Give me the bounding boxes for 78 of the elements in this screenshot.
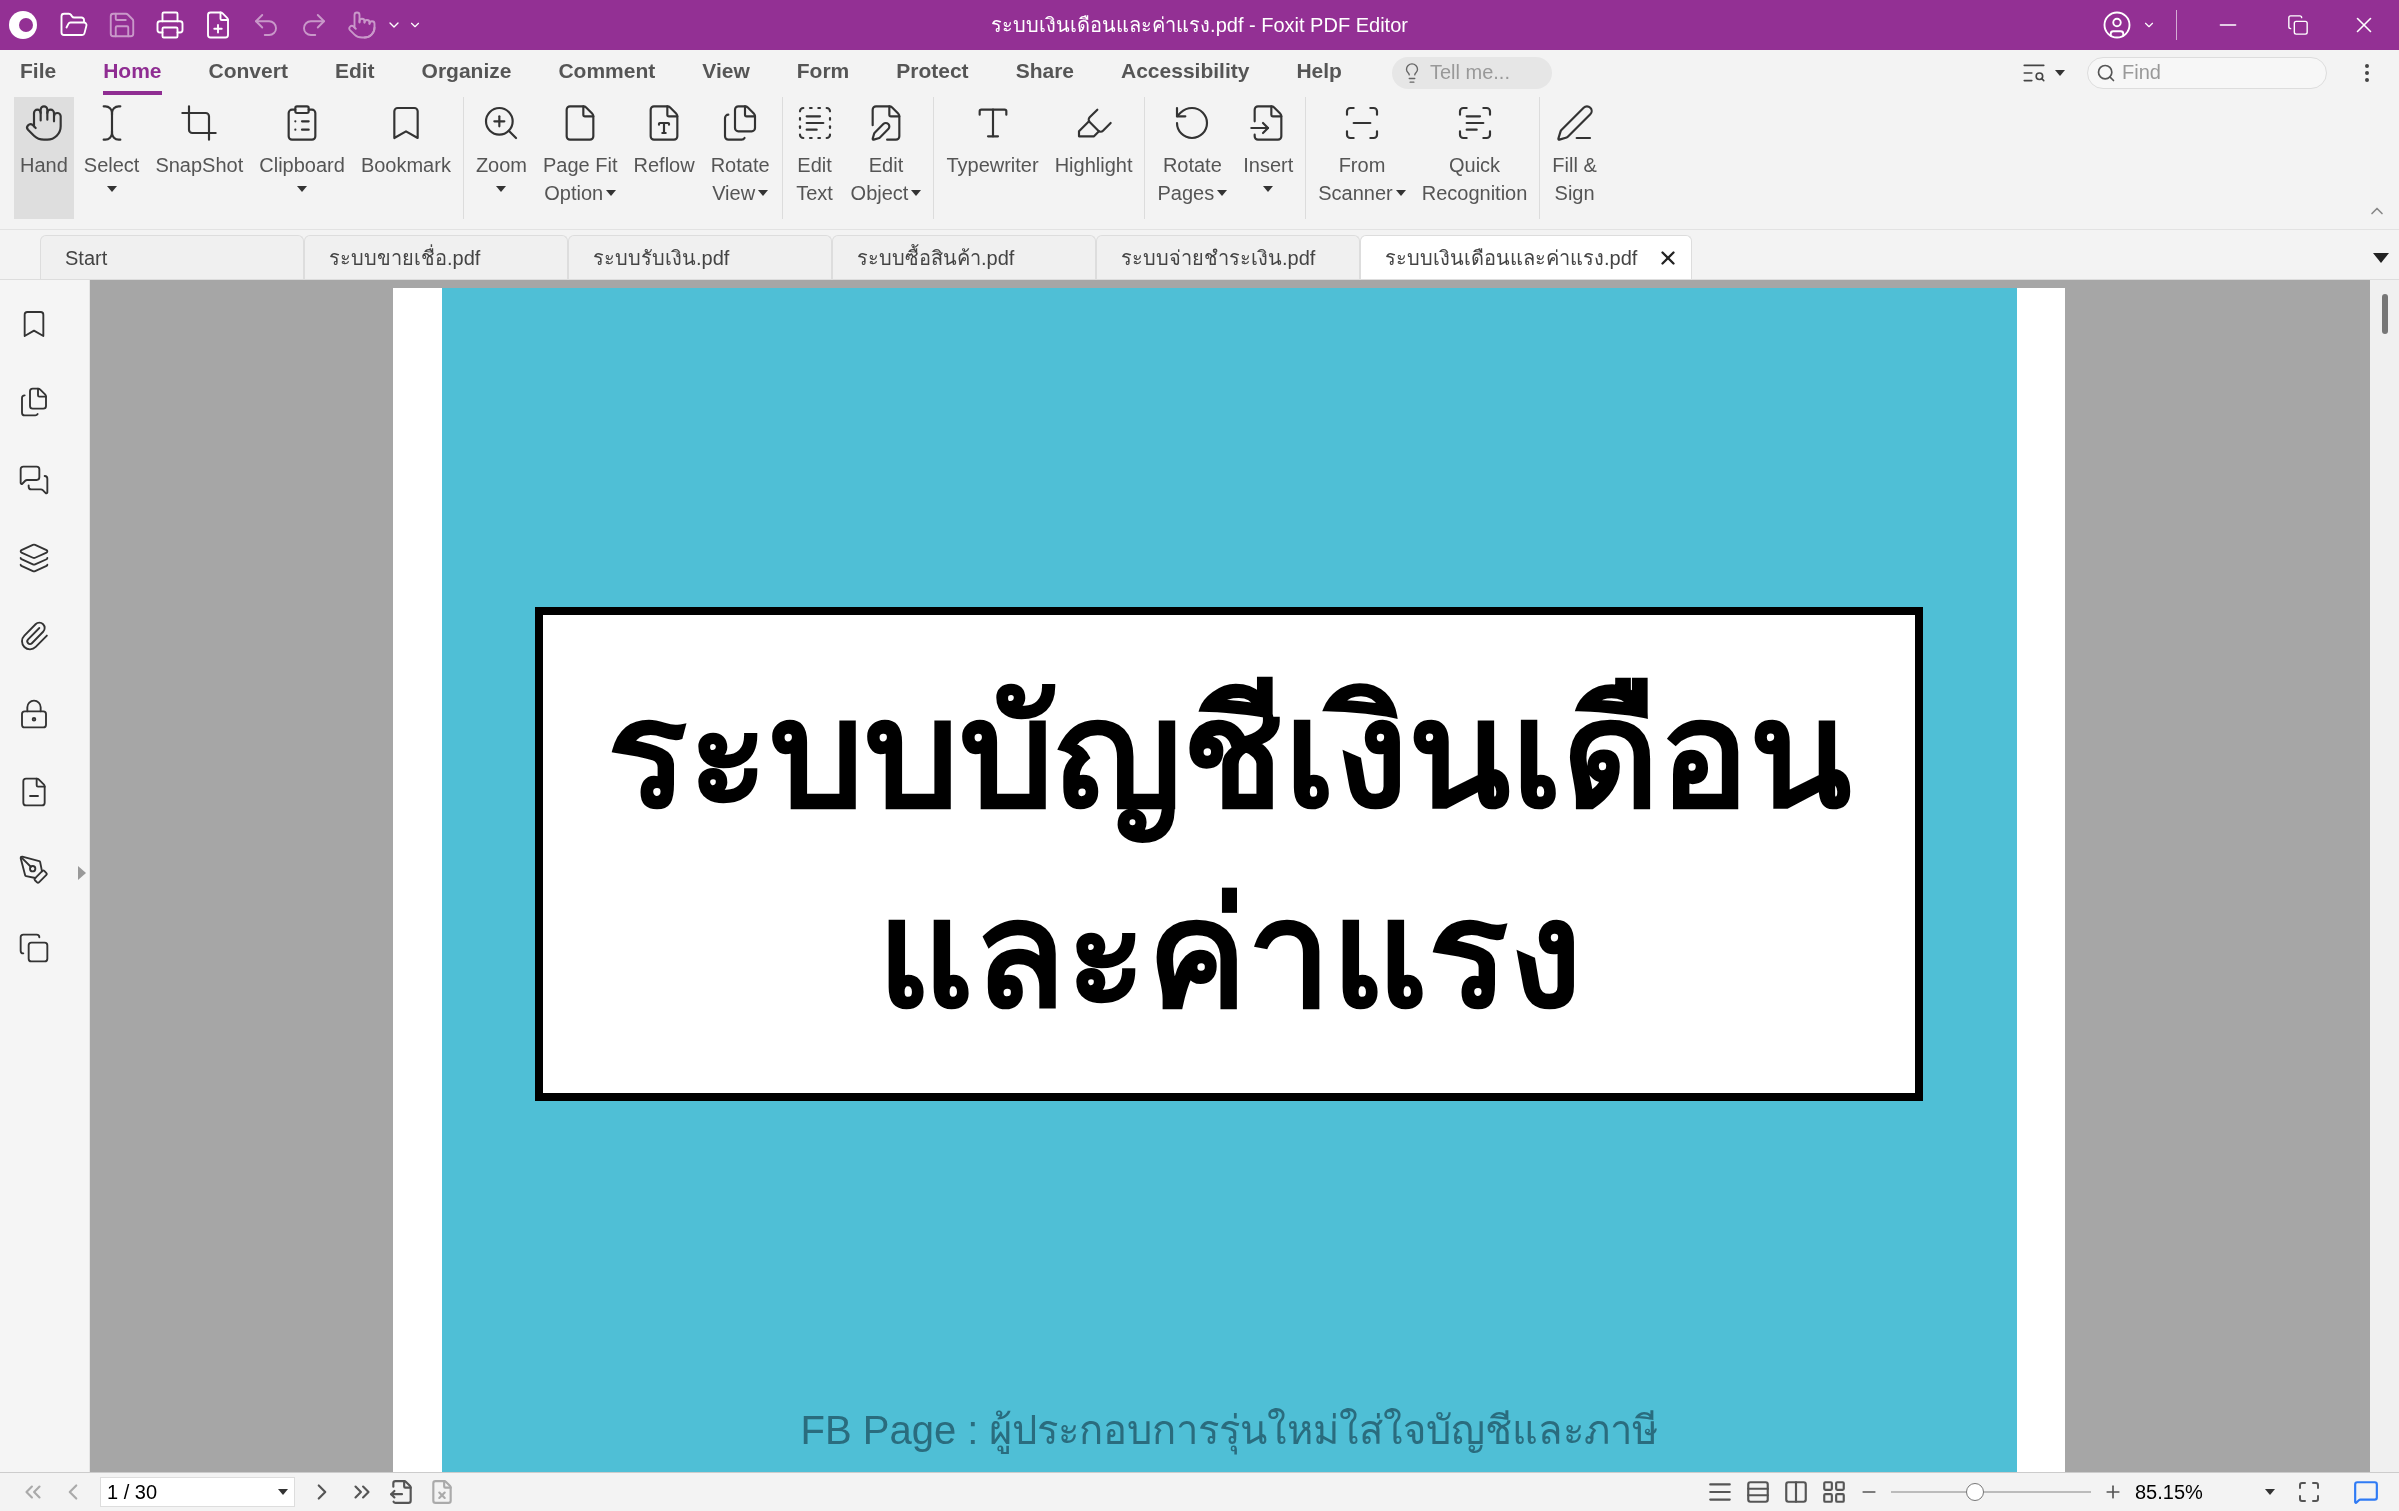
restore-icon[interactable] xyxy=(2287,14,2309,36)
menu-tab[interactable]: View xyxy=(702,50,750,95)
caret-icon xyxy=(297,186,308,192)
continuous-icon[interactable] xyxy=(1745,1479,1771,1505)
ribbon-button[interactable]: Edit Text xyxy=(788,97,841,219)
document-tab[interactable]: ระบบรับเงิน.pdf xyxy=(568,235,832,279)
scrollbar-thumb[interactable] xyxy=(2381,294,2388,334)
tab-list-icon[interactable] xyxy=(2373,253,2389,263)
slide-title: ระบบบัญชีเงินเดือน xyxy=(606,654,1852,854)
ribbon-button[interactable]: Fill & Sign xyxy=(1546,97,1603,219)
caret-icon xyxy=(1263,186,1274,192)
slide-footer: FB Page : ผู้ประกอบการรุ่นใหม่ใส่ใจบัญชีและภาษี xyxy=(800,1400,1659,1460)
ribbon-button[interactable]: Typewriter xyxy=(940,97,1045,219)
pen-icon xyxy=(1554,103,1595,143)
document-tab[interactable]: ระบบซื้อสินค้า.pdf xyxy=(832,235,1096,279)
caret-icon xyxy=(606,190,617,196)
ribbon-button[interactable]: From Scanner xyxy=(1312,97,1412,219)
ribbon-button[interactable]: Bookmark xyxy=(354,97,457,219)
caret-icon xyxy=(2055,69,2065,76)
caret-icon xyxy=(278,1489,288,1495)
ribbon-button[interactable]: Select xyxy=(77,97,146,219)
print-icon[interactable] xyxy=(155,10,185,40)
ribbon-button[interactable]: Clipboard xyxy=(253,97,351,219)
expand-icon[interactable] xyxy=(78,866,86,880)
search-icon xyxy=(2096,62,2116,83)
caret-icon xyxy=(1217,190,1228,196)
ribbon-button[interactable]: SnapShot xyxy=(149,97,250,219)
page-icon[interactable] xyxy=(389,1479,415,1505)
menu-tab[interactable]: File xyxy=(20,50,57,95)
ribbon-button[interactable]: Highlight xyxy=(1048,97,1139,219)
document-tab[interactable]: ระบบเงินเดือนและค่าแรง.pdf xyxy=(1360,235,1693,279)
account-icon[interactable] xyxy=(2102,10,2132,40)
comments-icon[interactable] xyxy=(17,464,50,496)
menu-tab[interactable]: Help xyxy=(1296,50,1342,95)
ribbon-button[interactable]: Reflow xyxy=(627,97,701,219)
ribbon-button[interactable]: Page Fit Option xyxy=(537,97,624,219)
ribbon-button[interactable]: Quick Recognition xyxy=(1415,97,1534,219)
menu-tab[interactable]: Share xyxy=(1015,50,1074,95)
page-field[interactable]: 1 / 30 xyxy=(100,1477,295,1507)
grid-icon[interactable] xyxy=(1821,1479,1847,1505)
ribbon-button[interactable]: Insert xyxy=(1237,97,1300,219)
document-tab[interactable]: ระบบจ่ายชำระเงิน.pdf xyxy=(1096,235,1360,279)
zoom-field[interactable]: 85.15% xyxy=(2135,1477,2275,1507)
window-title: ระบบเงินเดือนและค่าแรง.pdf - Foxit PDF Editor xyxy=(991,13,1408,38)
document-tab[interactable]: ระบบขายเชื่อ.pdf xyxy=(304,235,568,279)
menu-tab[interactable]: Convert xyxy=(208,50,288,95)
caret-icon xyxy=(758,190,769,196)
caret-icon xyxy=(106,186,117,192)
ribbon-button[interactable]: Zoom xyxy=(469,97,534,219)
menu-tab[interactable]: Form xyxy=(796,50,850,95)
slider-thumb[interactable] xyxy=(1966,1483,1984,1501)
hand-icon xyxy=(23,103,64,143)
menu-tab[interactable]: Edit xyxy=(334,50,375,95)
logo-icon xyxy=(8,10,38,40)
slide-title: และค่าแรง xyxy=(876,869,1582,1040)
find-field[interactable]: Find xyxy=(2087,56,2327,89)
ribbon-button[interactable]: Hand xyxy=(14,97,74,219)
assistant-icon[interactable] xyxy=(2353,1479,2379,1505)
tell-me-field[interactable]: Tell me... xyxy=(1391,56,1552,89)
ribbon-button[interactable]: Rotate Pages xyxy=(1151,97,1234,219)
menu-tab[interactable]: Protect xyxy=(896,50,969,95)
facing-icon[interactable] xyxy=(1783,1479,1809,1505)
ribbon-button[interactable]: Rotate View xyxy=(704,97,776,219)
caret-icon xyxy=(496,186,507,192)
caret-icon xyxy=(911,190,922,196)
document-tab[interactable]: Start xyxy=(40,235,304,279)
crop-icon xyxy=(179,103,220,143)
copy-icon[interactable] xyxy=(17,932,50,964)
layers-icon[interactable] xyxy=(17,542,50,574)
ribbon-button[interactable]: Edit Object xyxy=(844,97,928,219)
zoom-slider[interactable] xyxy=(1891,1483,2091,1501)
menu-tab[interactable]: Comment xyxy=(558,50,656,95)
caret-icon xyxy=(2265,1489,2275,1495)
menu-tab[interactable]: Accessibility xyxy=(1121,50,1250,95)
fullscreen-icon[interactable] xyxy=(2297,1480,2321,1504)
menu-tab[interactable]: Organize xyxy=(421,50,512,95)
pen-icon[interactable] xyxy=(17,854,50,886)
caret-icon xyxy=(1395,190,1406,196)
